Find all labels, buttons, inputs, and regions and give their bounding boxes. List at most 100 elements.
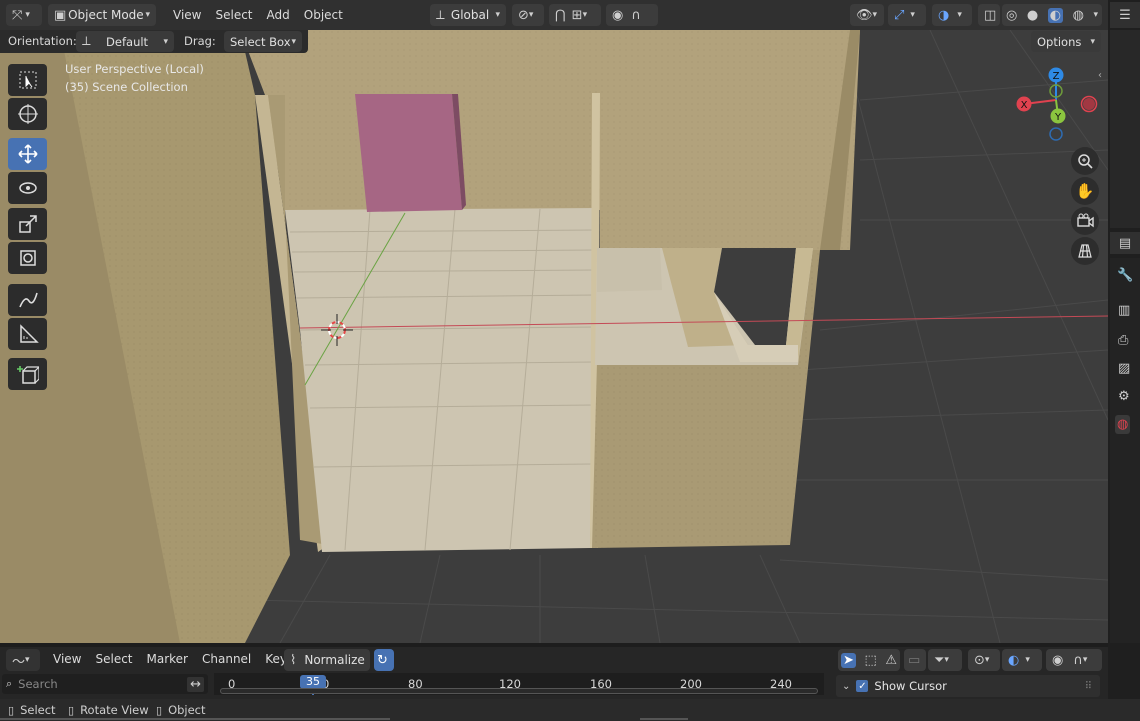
chevron-down-icon: ▾	[957, 10, 962, 20]
mode-label: Object Mode	[68, 8, 144, 22]
proportional-edit-dropdown[interactable]: ◉ ∩ ▾	[1046, 649, 1102, 671]
visibility-dropdown[interactable]: 👁 ▾	[850, 4, 884, 26]
orientation-icon: ⟂	[436, 7, 445, 23]
gizmo-dropdown[interactable]: ⤢ ▾	[888, 4, 926, 26]
pivot-dropdown[interactable]: ⊙ ▾	[968, 649, 1000, 671]
menu-select[interactable]: Select	[208, 8, 259, 22]
zoom-button[interactable]	[1071, 147, 1099, 175]
frame-ruler[interactable]: 0 0 80 120 160 200 240 35	[214, 673, 824, 695]
grid-icon	[1078, 244, 1092, 258]
world-tab-icon[interactable]: ◍	[1115, 415, 1131, 434]
refresh-icon: ↻	[377, 652, 388, 668]
pan-button[interactable]: ✋	[1071, 177, 1099, 205]
drag-handle-icon[interactable]: ⠿	[1085, 681, 1092, 692]
cursor-tool[interactable]	[8, 98, 47, 130]
collapse-arrow-icon[interactable]: ‹	[1098, 70, 1102, 81]
filter-dropdown[interactable]: ⏷ ▾	[928, 649, 962, 671]
properties-header[interactable]: ▤	[1110, 232, 1140, 254]
snap-dropdown[interactable]: ⋂ ⊞ ▾	[549, 4, 601, 26]
status-rotate-label: Rotate View	[80, 703, 149, 717]
scale-tool[interactable]	[8, 208, 47, 240]
normalize-label: Normalize	[304, 653, 365, 667]
scene-tab-icon[interactable]: ⚙	[1118, 389, 1130, 404]
timeline-menu-marker[interactable]: Marker	[140, 652, 195, 666]
select-box-tool[interactable]	[8, 64, 47, 96]
current-frame-indicator[interactable]: 35	[300, 675, 326, 689]
annotate-tool[interactable]	[8, 284, 47, 316]
menu-add[interactable]: Add	[260, 8, 297, 22]
transform-tool[interactable]	[8, 242, 47, 274]
xray-icon: ◫	[984, 7, 997, 23]
options-label: Options	[1037, 34, 1082, 49]
scene-render[interactable]	[0, 30, 1108, 643]
chevron-down-icon: ▾	[984, 655, 990, 665]
timeline-scrollbar[interactable]	[220, 688, 818, 694]
chevron-down-icon[interactable]: ▾	[1093, 10, 1098, 20]
axis-icon: ⤧	[12, 7, 23, 23]
rendered-icon[interactable]: ◍	[1073, 8, 1084, 23]
view-layer-tab-icon[interactable]: ▨	[1118, 361, 1130, 376]
xray-toggle[interactable]: ◫	[978, 4, 1000, 26]
overlay-dropdown[interactable]: ◑ ▾	[932, 4, 972, 26]
properties-tabs: 🔧 ▥ ⎙ ▨ ⚙ ◍	[1110, 258, 1140, 643]
material-preview-icon[interactable]: ◐	[1047, 7, 1064, 23]
mode-dropdown[interactable]: ▣ Object Mode ▾	[48, 4, 156, 26]
ortho-toggle-button[interactable]	[1071, 237, 1099, 265]
editor-type-button[interactable]: ⤧ ▾	[6, 4, 42, 26]
solid-icon[interactable]: ●	[1027, 8, 1038, 23]
wireframe-icon[interactable]: ◎	[1006, 8, 1017, 23]
options-dropdown[interactable]: Options ▾	[1031, 31, 1101, 52]
view-name-label: User Perspective (Local)	[65, 62, 204, 76]
normalize-toggle[interactable]: ⌇ Normalize	[284, 649, 370, 671]
camera-view-button[interactable]	[1071, 207, 1099, 235]
chevron-down-icon: ▾	[528, 10, 534, 20]
measure-tool[interactable]	[8, 318, 47, 350]
timeline-menu-channel[interactable]: Channel	[195, 652, 258, 666]
snap-dropdown[interactable]: ◐ ▾	[1002, 649, 1042, 671]
channel-search-box[interactable]: ⌕ Search ↔	[2, 674, 208, 694]
drag-dropdown[interactable]: Select Box ▾	[224, 31, 302, 52]
only-selected-toggle[interactable]: ▭	[904, 649, 926, 671]
show-cursor-panel[interactable]: ⌄ ✓ Show Cursor ⠿	[836, 675, 1100, 697]
collection-label: (35) Scene Collection	[65, 80, 188, 94]
swap-icon[interactable]: ↔	[187, 676, 204, 692]
proportional-edit-dropdown[interactable]: ◉ ∩	[606, 4, 658, 26]
rotate-icon	[18, 182, 37, 194]
warning-icon[interactable]: ⚠	[885, 653, 897, 668]
editor-type-button[interactable]: 〜 ▾	[6, 649, 40, 671]
add-cube-tool[interactable]	[8, 358, 47, 390]
show-cursor-checkbox[interactable]: ✓	[856, 680, 869, 692]
render-tab-icon[interactable]: ▥	[1118, 303, 1130, 318]
outliner-header[interactable]: ☰	[1110, 2, 1140, 28]
transform-orientation-dropdown[interactable]: ⟂ Global ▾	[430, 4, 506, 26]
eye-icon: 👁	[856, 7, 873, 23]
shading-buttons[interactable]: ◎ ● ◐ ◍ ▾	[1002, 4, 1102, 26]
output-tab-icon[interactable]: ⎙	[1118, 333, 1128, 348]
menu-view[interactable]: View	[166, 8, 208, 22]
normalize-icon: ⌇	[290, 652, 297, 668]
snap-increment-icon: ⊞	[571, 7, 583, 23]
chevron-down-icon: ▾	[872, 10, 878, 20]
menu-object[interactable]: Object	[297, 8, 350, 22]
orientation-dropdown[interactable]: ⟂ Default ▾	[76, 31, 174, 52]
timeline-menu-view[interactable]: View	[46, 652, 88, 666]
falloff-icon: ∩	[631, 7, 641, 23]
navigation-gizmo[interactable]: Z X Y	[1010, 64, 1105, 144]
timeline-menu-select[interactable]: Select	[88, 652, 139, 666]
rotate-tool[interactable]	[8, 172, 47, 204]
status-select-label: Select	[20, 703, 56, 717]
auto-normalize-toggle[interactable]: ↻	[374, 649, 394, 671]
show-cursor-label: Show Cursor	[874, 679, 947, 693]
orientation-icon: ⟂	[82, 34, 91, 49]
proportional-edit-icon: ◉	[612, 7, 624, 23]
chevron-down-icon: ▾	[1082, 655, 1088, 665]
progress-line	[0, 718, 390, 720]
tool-tab-icon[interactable]: 🔧	[1117, 268, 1133, 283]
box-select-icon[interactable]: ⬚	[864, 653, 876, 668]
3d-viewport[interactable]: User Perspective (Local) (35) Scene Coll…	[0, 30, 1108, 643]
move-tool[interactable]	[8, 138, 47, 170]
pivot-point-dropdown[interactable]: ⊘ ▾	[512, 4, 544, 26]
pointer-icon[interactable]: ➤	[841, 652, 856, 668]
selection-tools[interactable]: ➤ ⬚ ⚠	[838, 649, 900, 671]
progress-line	[640, 718, 688, 720]
